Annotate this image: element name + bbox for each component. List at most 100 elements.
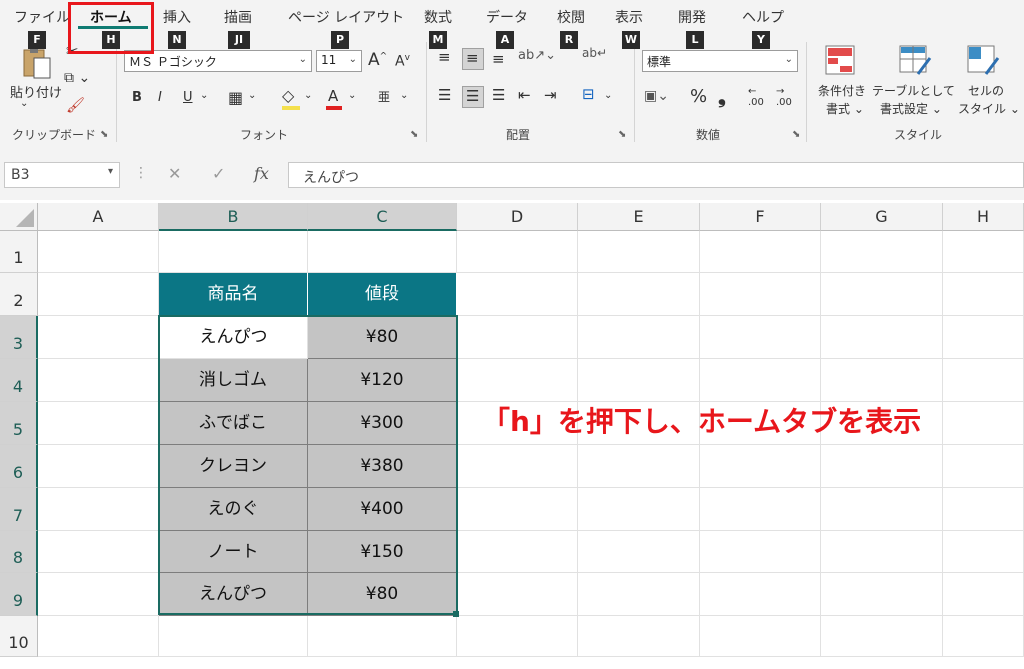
bold-button[interactable]: B — [132, 90, 142, 105]
row-header[interactable]: 4 — [0, 359, 38, 402]
grid-cell[interactable] — [700, 573, 821, 616]
table-cell-price[interactable]: ¥380 — [308, 445, 457, 488]
grid-cell[interactable] — [943, 488, 1024, 531]
align-top-icon[interactable]: ≡ — [438, 48, 451, 66]
paste-button-label[interactable]: 貼り付け — [10, 82, 62, 101]
grid-cell[interactable] — [457, 359, 578, 402]
format-as-table-icon[interactable] — [898, 44, 932, 76]
table-cell-price[interactable]: ¥150 — [308, 531, 457, 573]
orientation-icon[interactable]: ab↗⌄ — [518, 48, 556, 63]
row-header[interactable]: 6 — [0, 445, 38, 488]
conditional-formatting-icon[interactable] — [824, 44, 856, 76]
grid-cell[interactable] — [700, 231, 821, 273]
table-cell-price[interactable]: ¥300 — [308, 402, 457, 445]
align-center-button[interactable]: ☰ — [462, 86, 484, 108]
table-cell-price[interactable]: ¥120 — [308, 359, 457, 402]
cancel-icon[interactable]: ✕ — [168, 164, 181, 183]
table-cell-product[interactable]: 消しゴム — [159, 359, 308, 402]
table-cell-product[interactable]: クレヨン — [159, 445, 308, 488]
row-header[interactable]: 2 — [0, 273, 38, 316]
grid-cell[interactable] — [821, 616, 943, 657]
chevron-down-icon[interactable]: ▾ — [108, 166, 113, 177]
currency-icon[interactable]: ▣⌄ — [644, 88, 669, 104]
grid-cell[interactable] — [308, 231, 457, 273]
table-cell-product[interactable]: えのぐ — [159, 488, 308, 531]
grid-cell[interactable] — [457, 531, 578, 573]
select-all-button[interactable] — [0, 203, 38, 231]
grid-cell[interactable] — [578, 231, 700, 273]
grid-cell[interactable] — [457, 273, 578, 316]
tab-data[interactable]: データ — [486, 7, 528, 27]
table-header-product[interactable]: 商品名 — [159, 273, 308, 316]
fill-color-icon[interactable]: ◇ — [282, 86, 294, 105]
borders-dropdown-icon[interactable]: ⌄ — [248, 90, 256, 101]
grid-cell[interactable] — [700, 488, 821, 531]
format-as-table-line2[interactable]: 書式設定 ⌄ — [880, 100, 942, 117]
cell-styles-line1[interactable]: セルの — [968, 82, 1004, 99]
column-header-b[interactable]: B — [159, 203, 308, 231]
grid-cell[interactable] — [457, 316, 578, 359]
grid-cell[interactable] — [578, 616, 700, 657]
insert-function-icon[interactable]: fx — [254, 164, 269, 183]
format-painter-icon[interactable]: 🖌 — [66, 96, 85, 114]
grid-cell[interactable] — [38, 316, 159, 359]
grid-cell[interactable] — [943, 359, 1024, 402]
percent-button[interactable]: % — [690, 86, 707, 107]
grid-cell[interactable] — [700, 316, 821, 359]
table-cell-price[interactable]: ¥400 — [308, 488, 457, 531]
clipboard-launcher-icon[interactable]: ⬊ — [100, 129, 108, 140]
comma-button[interactable]: ❟ — [718, 84, 726, 108]
grid-cell[interactable] — [821, 273, 943, 316]
tab-page-layout[interactable]: ページ レイアウト — [288, 7, 404, 27]
phonetic-dropdown-icon[interactable]: ⌄ — [400, 90, 408, 101]
grid-cell[interactable] — [38, 573, 159, 616]
paste-dropdown-icon[interactable]: ⌄ — [20, 98, 28, 109]
grid-cell[interactable] — [943, 402, 1024, 445]
grid-cell[interactable] — [943, 231, 1024, 273]
row-header[interactable]: 10 — [0, 616, 38, 657]
font-color-dropdown-icon[interactable]: ⌄ — [348, 90, 356, 101]
column-header-g[interactable]: G — [821, 203, 943, 231]
table-cell-product[interactable]: えんぴつ — [159, 573, 308, 616]
grid-cell[interactable] — [457, 616, 578, 657]
merge-center-icon[interactable]: ⊟ — [582, 85, 595, 103]
grid-cell[interactable] — [943, 273, 1024, 316]
table-header-price[interactable]: 値段 — [308, 273, 457, 316]
fill-handle[interactable] — [453, 611, 459, 617]
tab-developer[interactable]: 開発 — [678, 7, 706, 27]
tab-file[interactable]: ファイル — [14, 7, 70, 27]
grid-cell[interactable] — [578, 316, 700, 359]
grid-cell[interactable] — [578, 488, 700, 531]
grid-cell[interactable] — [457, 488, 578, 531]
grid-cell[interactable] — [943, 445, 1024, 488]
tab-view[interactable]: 表示 — [615, 7, 643, 27]
borders-icon[interactable]: ▦ — [228, 88, 243, 107]
grid-cell[interactable] — [821, 445, 943, 488]
grid-cell[interactable] — [821, 573, 943, 616]
row-header[interactable]: 3 — [0, 316, 38, 359]
format-as-table-line1[interactable]: テーブルとして — [872, 82, 955, 99]
grid-cell[interactable] — [308, 616, 457, 657]
cell-styles-icon[interactable] — [966, 44, 1000, 76]
grid-cell[interactable] — [943, 573, 1024, 616]
grid-cell[interactable] — [821, 488, 943, 531]
tab-help[interactable]: ヘルプ — [742, 7, 784, 27]
grid-cell[interactable] — [578, 531, 700, 573]
tab-formulas[interactable]: 数式 — [424, 7, 452, 27]
column-header-e[interactable]: E — [578, 203, 700, 231]
grid-cell[interactable] — [578, 359, 700, 402]
grid-cell[interactable] — [943, 616, 1024, 657]
table-cell-price[interactable]: ¥80 — [308, 573, 457, 616]
grid-cell[interactable] — [821, 231, 943, 273]
grid-cell[interactable] — [38, 616, 159, 657]
grid-cell[interactable] — [821, 531, 943, 573]
grid-cell[interactable] — [38, 488, 159, 531]
font-launcher-icon[interactable]: ⬊ — [410, 129, 418, 140]
conditional-formatting-line1[interactable]: 条件付き — [818, 82, 866, 99]
increase-decimal-button[interactable]: ← .00 — [748, 86, 764, 108]
grid-cell[interactable] — [159, 231, 308, 273]
align-middle-button[interactable]: ≡ — [462, 48, 484, 70]
grid-cell[interactable] — [38, 359, 159, 402]
number-launcher-icon[interactable]: ⬊ — [792, 129, 800, 140]
row-header[interactable]: 9 — [0, 573, 38, 616]
